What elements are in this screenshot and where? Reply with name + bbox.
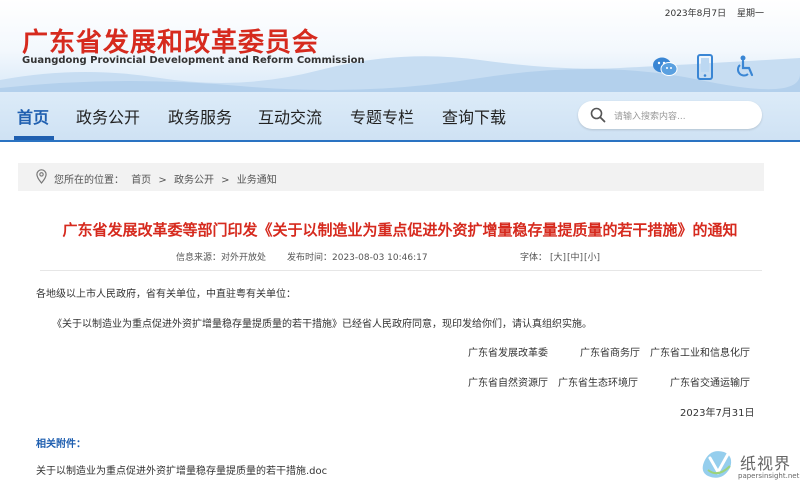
font-size-large[interactable]: [大] xyxy=(550,250,566,263)
signatory: 广东省发展改革委 xyxy=(468,348,548,359)
signatory: 广东省自然资源厅 xyxy=(468,378,548,389)
signatory: 广东省生态环境厅 xyxy=(558,378,638,389)
signatory: 广东省交通运输厅 xyxy=(670,378,750,389)
attachment-link[interactable]: 关于以制造业为重点促进外资扩增量稳存量提质量的若干措施.doc xyxy=(36,462,327,477)
nav-active-indicator xyxy=(14,136,54,140)
article-body: 《关于以制造业为重点促进外资扩增量稳存量提质量的若干措施》已经省人民政府同意，现… xyxy=(52,319,592,330)
nav-government-affairs-disclosure[interactable]: 政务公开 xyxy=(76,104,140,128)
mobile-icon[interactable] xyxy=(692,54,718,80)
breadcrumb: 您所在的位置： 首页 > 政务公开 > 业务通知 xyxy=(18,163,764,191)
breadcrumb-home[interactable]: 首页 xyxy=(131,175,151,186)
article-publish-time: 发布时间：2023-08-03 10:46:17 xyxy=(287,253,428,263)
nav-query-download[interactable]: 查询下载 xyxy=(442,104,506,128)
header-tools xyxy=(652,54,758,80)
font-size-label: 字体： xyxy=(520,253,548,263)
attachments-label: 相关附件： xyxy=(36,439,86,450)
article-salutation: 各地级以上市人民政府，省有关单位，中直驻粤有关单位： xyxy=(36,289,296,300)
watermark-text: 纸视界 xyxy=(740,454,792,473)
current-weekday: 星期一 xyxy=(736,9,764,19)
date-display: 2023年8月7日 星期一 xyxy=(657,6,764,19)
search-icon[interactable] xyxy=(590,107,606,123)
article-title: 广东省发展改革委等部门印发《关于以制造业为重点促进外资扩增量稳存量提质量的若干措… xyxy=(62,221,738,239)
search-box[interactable]: 请输入搜索内容... xyxy=(578,101,762,129)
article-issue-date: 2023年7月31日 xyxy=(680,408,755,419)
breadcrumb-business-notice[interactable]: 业务通知 xyxy=(237,175,277,186)
wechat-icon[interactable] xyxy=(652,54,678,80)
current-date: 2023年8月7日 xyxy=(664,9,727,19)
search-input[interactable]: 请输入搜索内容... xyxy=(614,109,686,122)
article-source: 信息来源：对外开放处 xyxy=(176,253,267,263)
site-logo-subtitle: Guangdong Provincial Development and Ref… xyxy=(22,55,365,66)
divider xyxy=(40,270,762,271)
breadcrumb-prefix: 您所在的位置： xyxy=(54,175,124,186)
breadcrumb-separator: > xyxy=(221,175,230,186)
location-pin-icon xyxy=(36,169,47,184)
breadcrumb-disclosure[interactable]: 政务公开 xyxy=(174,175,214,186)
nav-home[interactable]: 首页 xyxy=(17,104,49,128)
site-header: 2023年8月7日 星期一 广东省发展和改革委员会 Guangdong Prov… xyxy=(0,0,800,92)
nav-special-topics[interactable]: 专题专栏 xyxy=(350,104,414,128)
nav-interaction[interactable]: 互动交流 xyxy=(258,104,322,128)
watermark-url: papersinsight.net xyxy=(738,472,800,480)
signatory: 广东省商务厅 xyxy=(580,348,640,359)
font-size-medium[interactable]: [中] xyxy=(567,250,583,263)
accessibility-icon[interactable] xyxy=(732,54,758,80)
font-size-small[interactable]: [小] xyxy=(584,250,600,263)
breadcrumb-separator: > xyxy=(158,175,167,186)
site-logo-title[interactable]: 广东省发展和改革委员会 xyxy=(22,22,319,59)
nav-government-services[interactable]: 政务服务 xyxy=(168,104,232,128)
signatory: 广东省工业和信息化厅 xyxy=(650,348,750,359)
